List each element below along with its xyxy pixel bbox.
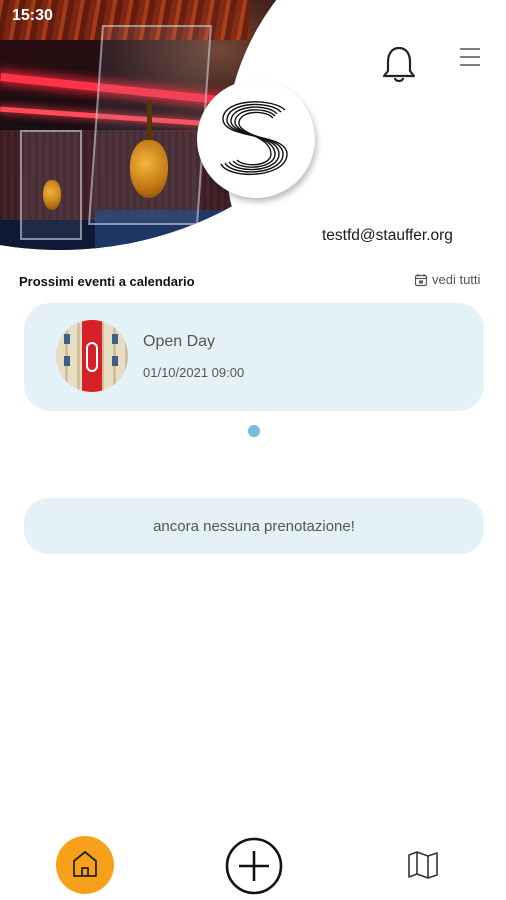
event-thumbnail [56,320,128,392]
event-title: Open Day [143,333,216,350]
plus-circle-icon [225,837,283,895]
nav-map-button[interactable] [406,850,440,880]
thumbnail-window [64,334,70,344]
brand-logo [197,80,315,198]
logo-s-icon [220,101,288,176]
upcoming-events-title: Prossimi eventi a calendario [19,274,195,289]
carousel-page-indicator[interactable] [248,425,260,437]
hamburger-menu-icon[interactable] [458,46,482,68]
status-bar-time: 15:30 [12,7,53,24]
calendar-icon [414,273,428,286]
home-icon [73,851,97,877]
thumbnail-window [112,334,118,344]
nav-home-button[interactable] [56,836,114,894]
photo-violin-neck [147,100,152,145]
map-icon [408,851,438,879]
thumbnail-window [64,356,70,366]
bookings-empty-card: ancora nessuna prenotazione! [24,498,484,554]
user-email: testfd@stauffer.org [322,227,453,244]
nav-add-button[interactable] [224,836,284,896]
see-all-link[interactable]: vedi tutti [414,272,480,287]
thumbnail-window [112,356,118,366]
bookings-empty-message: ancora nessuna prenotazione! [153,517,355,535]
photo-violin [130,140,168,198]
bell-icon[interactable] [381,44,417,84]
event-card[interactable]: Open Day 01/10/2021 09:00 [24,303,484,411]
photo-violin-small [43,180,61,210]
event-datetime: 01/10/2021 09:00 [143,365,245,380]
see-all-label: vedi tutti [432,272,481,287]
thumbnail-banner-logo [86,342,98,372]
